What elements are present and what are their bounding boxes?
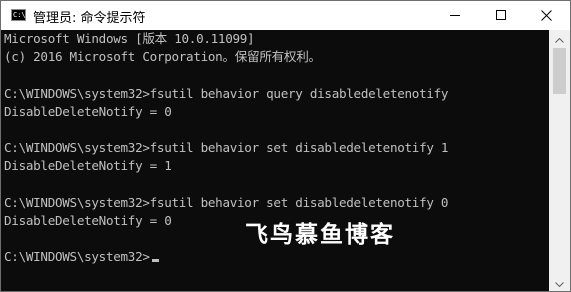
- chevron-down-icon: [555, 282, 564, 288]
- prompt-text: C:\WINDOWS\system32>: [4, 249, 150, 264]
- title-bar[interactable]: C:\ 管理员: 命令提示符: [1, 1, 570, 30]
- cmd-window: C:\ 管理员: 命令提示符 Microsoft Windows [版本 10.…: [0, 0, 571, 292]
- prompt-line[interactable]: C:\WINDOWS\system32>: [4, 250, 159, 264]
- cmd-icon-glyph: C:\: [13, 11, 26, 19]
- scroll-thumb[interactable]: [553, 48, 566, 94]
- console-line: C:\WINDOWS\system32>fsutil behavior set …: [4, 140, 449, 155]
- console-line: Microsoft Windows [版本 10.0.11099]: [4, 31, 255, 46]
- maximize-button[interactable]: [478, 1, 524, 30]
- console-line: C:\WINDOWS\system32>fsutil behavior quer…: [4, 86, 449, 101]
- scroll-down-button[interactable]: [549, 274, 570, 291]
- cmd-icon: C:\: [11, 9, 26, 21]
- window-title: 管理员: 命令提示符: [33, 11, 146, 26]
- maximize-icon: [496, 10, 506, 20]
- console-line: DisableDeleteNotify = 0: [4, 104, 172, 119]
- console-line: DisableDeleteNotify = 1: [4, 158, 172, 173]
- console-line: (c) 2016 Microsoft Corporation。保留所有权利。: [4, 49, 321, 64]
- vertical-scrollbar[interactable]: [549, 30, 570, 291]
- watermark: 飞鸟慕鱼博客: [245, 222, 395, 248]
- console-line: DisableDeleteNotify = 0: [4, 213, 172, 228]
- text-cursor: [151, 259, 159, 262]
- chevron-up-icon: [555, 37, 564, 43]
- close-icon: [541, 10, 552, 21]
- console-line: C:\WINDOWS\system32>fsutil behavior set …: [4, 195, 449, 210]
- console-output[interactable]: Microsoft Windows [版本 10.0.11099] (c) 20…: [1, 30, 549, 291]
- minimize-icon: [450, 15, 460, 16]
- minimize-button[interactable]: [432, 1, 478, 30]
- close-button[interactable]: [524, 1, 570, 30]
- scroll-up-button[interactable]: [549, 30, 570, 47]
